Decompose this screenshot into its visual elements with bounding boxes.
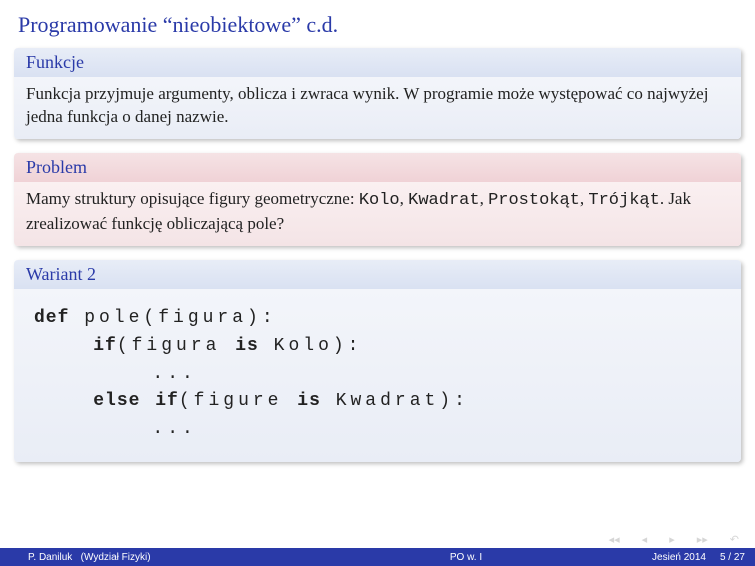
kw-is-1: is [235,336,259,356]
block-problem-body: Mamy struktury opisujące figury geometry… [14,182,741,246]
problem-code-1: Kolo [359,191,400,210]
footer-author-name: P. Daniluk [28,552,72,563]
code-line2-a: (figura [117,336,235,356]
footer-bar: P. Daniluk (Wydział Fizyki) PO w. I Jesi… [0,548,755,566]
code-line3: ... [34,364,197,384]
slide-title: Programowanie “nieobiektowe” c.d. [18,12,741,38]
block-problem: Problem Mamy struktury opisujące figury … [14,153,741,246]
problem-sep-2: , [480,189,489,208]
footer-affiliation: (Wydział Fizyki) [81,552,151,563]
problem-sep-1: , [400,189,409,208]
nav-first-icon[interactable]: ◂◂ [609,533,620,546]
footer-term: Jesień 2014 [652,552,706,563]
kw-else: else [93,391,140,411]
code-sp4 [140,391,155,411]
problem-code-2: Kwadrat [408,191,479,210]
block-funkcje-body: Funkcja przyjmuje argumenty, oblicza i z… [14,77,741,139]
code-line2-b: Kolo): [259,336,363,356]
footer-page: 5 / 27 [720,552,745,563]
kw-if: if [93,336,117,356]
nav-icons: ◂◂ ◂ ▸ ▸▸ ↶ [609,533,739,546]
footer-right: Jesień 2014 5 / 27 [652,552,755,563]
block-wariant-header: Wariant 2 [14,260,741,289]
nav-last-icon[interactable]: ▸▸ [697,533,708,546]
kw-def: def [34,308,69,328]
nav-next-icon[interactable]: ▸ [669,533,675,546]
nav-prev-icon[interactable]: ◂ [642,533,648,546]
code-line4-a: (figure [179,391,297,411]
block-funkcje: Funkcje Funkcja przyjmuje argumenty, obl… [14,48,741,139]
problem-text-prefix: Mamy struktury opisujące figury geometry… [26,189,359,208]
block-wariant-body: def pole(figura): if(figura is Kolo): ..… [14,289,741,462]
footer-author: P. Daniluk (Wydział Fizyki) [0,552,280,563]
block-wariant: Wariant 2 def pole(figura): if(figura is… [14,260,741,462]
slide-content: Programowanie “nieobiektowe” c.d. Funkcj… [0,0,755,462]
kw-if-2: if [155,391,179,411]
code-line4-b: Kwadrat): [321,391,469,411]
code-line1-rest: pole(figura): [69,308,276,328]
problem-code-3: Prostokąt [488,191,580,210]
kw-is-2: is [297,391,321,411]
footer-center: PO w. I [280,552,652,563]
block-funkcje-header: Funkcje [14,48,741,77]
code-listing: def pole(figura): if(figura is Kolo): ..… [26,295,729,452]
problem-code-4: Trójkąt [588,191,659,210]
nav-back-icon[interactable]: ↶ [730,533,739,546]
block-problem-header: Problem [14,153,741,182]
code-line5: ... [34,419,197,439]
